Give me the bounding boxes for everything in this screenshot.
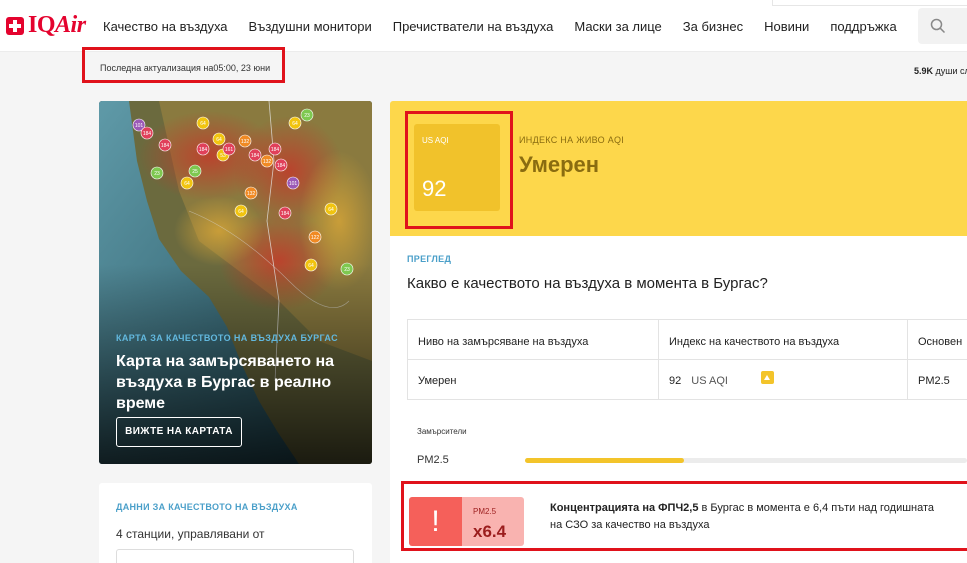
top-strip: [772, 0, 967, 6]
pm25-factor-value: x6.4: [473, 522, 507, 541]
pm25-factor-unit: PM2.5: [473, 507, 497, 516]
pollutant-bar-fill: [525, 458, 685, 463]
live-aqi-label: ИНДЕКС НА ЖИВО AQI: [519, 135, 625, 145]
map-marker-value: 184: [143, 131, 152, 137]
view-map-button[interactable]: ВИЖТЕ НА КАРТАТА: [116, 417, 242, 447]
nav-item-news[interactable]: Новини: [764, 19, 809, 34]
search-button[interactable]: [918, 8, 967, 44]
last-update-text: Последна актуализация на05:00, 23 юни: [82, 47, 285, 83]
map-marker-value: 132: [263, 159, 272, 165]
table-index-unit: US AQI: [691, 375, 728, 387]
swiss-cross-icon: [6, 16, 24, 35]
nav-item-air-monitors[interactable]: Въздушни монитори: [249, 19, 372, 34]
map-marker-value: 132: [241, 139, 250, 145]
search-icon: [930, 18, 946, 34]
map-card-title: Карта на замърсяването на въздуха в Бург…: [116, 353, 335, 412]
nav-item-air-quality[interactable]: Качество на въздуха: [103, 19, 228, 34]
map-marker-value: 25: [192, 169, 198, 175]
map-marker-value: 132: [247, 191, 256, 197]
map-marker-value: 64: [308, 263, 314, 269]
map-marker-value: 64: [200, 121, 206, 127]
iqair-logo[interactable]: IQAir: [6, 12, 86, 39]
map-marker-value: 23: [344, 267, 350, 273]
data-card-label: ДАННИ ЗА КАЧЕСТВОТО НА ВЪЗДУХА: [116, 502, 298, 512]
overview-label: ПРЕГЛЕД: [407, 254, 452, 264]
map-marker-value: 184: [199, 147, 208, 153]
pollutant-name: PM2.5: [417, 454, 449, 466]
map-marker-value: 64: [184, 181, 190, 187]
map-marker-value: 184: [277, 163, 286, 169]
map-marker-value: 101: [135, 123, 144, 129]
table-column-main: Основен PM2.5: [908, 320, 967, 399]
map-marker-value: 184: [251, 153, 260, 159]
nav-links: Качество на въздуха Въздушни монитори Пр…: [103, 19, 918, 34]
nav-item-business[interactable]: За бизнес: [683, 19, 743, 34]
map-marker-value: 64: [216, 137, 222, 143]
map-marker-value: 64: [328, 207, 334, 213]
table-index-value: 92: [669, 375, 682, 387]
top-navigation: IQAir Качество на въздуха Въздушни монит…: [0, 0, 967, 52]
table-column-level: Ниво на замърсяване на въздуха Умерен: [408, 320, 659, 399]
overview-table: Ниво на замърсяване на въздуха Умерен Ин…: [407, 319, 967, 400]
followers-label: души сл: [935, 66, 967, 76]
aqi-unit: US AQI: [422, 136, 449, 145]
table-column-index: Индекс на качеството на въздуха 92 US AQI: [659, 320, 908, 399]
overview-question: Какво е качеството на въздуха в момента …: [407, 275, 768, 292]
map-marker-value: 23: [154, 171, 160, 177]
table-cell-index: 92 US AQI: [669, 375, 728, 387]
station-contributor-box[interactable]: [116, 549, 354, 563]
exclamation-icon: !: [409, 497, 462, 546]
arrow-up-icon: [761, 371, 774, 384]
aqi-value: 92: [422, 176, 447, 201]
air-pollution-map-card[interactable]: 101 184 184 64 23 64 132 184 64 53 161 184 132 184 23 2…: [99, 101, 372, 464]
followers-count: 5.9K души сл: [914, 66, 967, 76]
table-cell-level: Умерен: [418, 375, 457, 387]
aqi-value-box: US AQI 92: [414, 124, 500, 211]
map-marker-value: 101: [289, 181, 298, 187]
map-marker-value: 184: [161, 143, 170, 149]
logo-text-iq: IQ: [28, 12, 56, 38]
logo-text: IQAir: [28, 12, 86, 39]
pm25-alert-bold: Концентрацията на ФПЧ2,5: [550, 502, 699, 514]
table-cell-main: PM2.5: [918, 375, 950, 387]
pollutants-label: Замърсители: [417, 427, 467, 436]
table-header-index: Индекс на качеството на въздуха: [669, 336, 840, 348]
map-marker-value: 23: [304, 113, 310, 119]
pm25-alert-text: Концентрацията на ФПЧ2,5 в Бургас в моме…: [550, 500, 967, 534]
pm25-alert-rest: в Бургас в момента е 6,4 пъти над годишн…: [698, 502, 935, 514]
map-marker-value: 122: [311, 235, 320, 241]
air-quality-data-card: ДАННИ ЗА КАЧЕСТВОТО НА ВЪЗДУХА 4 станции…: [99, 483, 372, 563]
pollutant-bar-track: [525, 458, 967, 463]
map-marker-value: 184: [271, 147, 280, 153]
followers-number: 5.9K: [914, 66, 934, 76]
logo-text-air: Air: [55, 12, 86, 38]
nav-item-face-masks[interactable]: Маски за лице: [574, 19, 661, 34]
pm25-factor-badge: PM2.5 x6.4: [462, 497, 524, 546]
nav-item-air-purifiers[interactable]: Пречистватели на въздуха: [393, 19, 554, 34]
pm25-alert-line2: на СЗО за качество на въздуха: [550, 519, 710, 531]
map-marker-value: 64: [238, 209, 244, 215]
map-marker-value: 64: [292, 121, 298, 127]
aqi-status: Умерен: [519, 152, 600, 177]
table-header-level: Ниво на замърсяване на въздуха: [418, 336, 589, 348]
table-header-main: Основен: [918, 336, 963, 348]
map-card-label: КАРТА ЗА КАЧЕСТВОТО НА ВЪЗДУХА БУРГАС: [116, 333, 338, 343]
nav-item-support[interactable]: поддръжка: [830, 19, 896, 34]
map-marker-value: 161: [225, 147, 234, 153]
data-card-stations-text: 4 станции, управлявани от: [116, 527, 265, 541]
map-marker-value: 184: [281, 211, 290, 217]
